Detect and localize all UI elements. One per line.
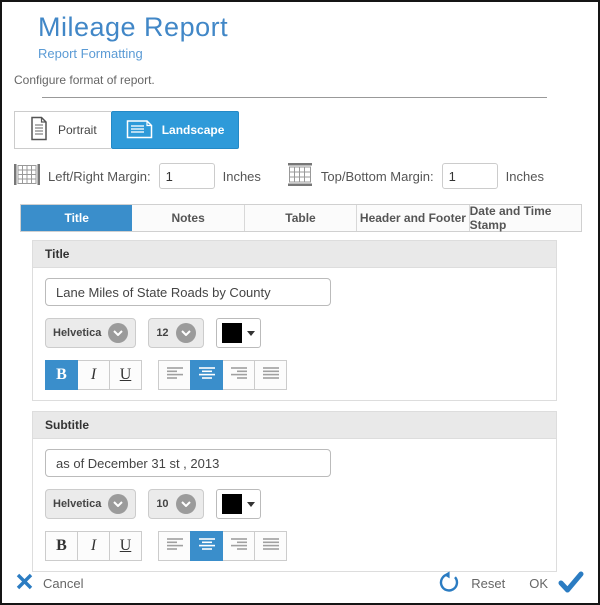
title-font-name: Helvetica [53,327,101,339]
left-right-margin-icon [14,163,40,189]
subtitle-color-swatch [222,494,242,514]
title-color-swatch [222,323,242,343]
report-format-dialog: { "window": { "title": "Mileage Report",… [0,0,600,605]
tab-notes[interactable]: Notes [132,205,244,231]
portrait-page-icon [29,116,49,144]
subtitle-panel: Subtitle Helvetica 10 B [32,411,557,572]
subtitle-text-input[interactable] [45,449,331,477]
description-text: Configure format of report. [14,73,598,87]
subtitle-bold-button[interactable]: B [45,531,78,561]
top-bottom-margin-group: Top/Bottom Margin: Inches [287,163,544,189]
dropdown-arrow-icon [247,331,255,336]
align-center-icon [198,537,216,556]
portrait-button[interactable]: Portrait [14,111,111,149]
title-font-size: 12 [156,327,168,339]
tab-table[interactable]: Table [245,205,357,231]
subtitle-font-select[interactable]: Helvetica [45,489,136,519]
title-panel-header: Title [33,241,556,268]
landscape-button[interactable]: Landscape [111,111,240,149]
title-color-picker[interactable] [216,318,261,348]
title-align-right-button[interactable] [222,360,255,390]
ok-check-icon[interactable] [558,571,584,596]
align-left-icon [166,366,184,385]
chevron-down-icon [108,323,128,343]
chevron-down-icon [176,494,196,514]
align-right-icon [230,366,248,385]
title-italic-button[interactable]: I [77,360,110,390]
title-align-justify-button[interactable] [254,360,287,390]
title-bold-button[interactable]: B [45,360,78,390]
subtitle-align-right-button[interactable] [222,531,255,561]
subtitle-font-name: Helvetica [53,498,101,510]
left-right-margin-label: Left/Right Margin: [48,169,151,184]
ok-label[interactable]: OK [529,576,548,591]
tab-header-and-footer[interactable]: Header and Footer [357,205,469,231]
subtitle-align-center-button[interactable] [190,531,223,561]
title-font-select[interactable]: Helvetica [45,318,136,348]
page-subtitle: Report Formatting [38,46,598,61]
subtitle-size-select[interactable]: 10 [148,489,203,519]
top-bottom-margin-unit: Inches [506,169,544,184]
title-panel: Title Helvetica 12 B [32,240,557,401]
subtitle-style-group: B I U [45,531,142,561]
chevron-down-icon [108,494,128,514]
landscape-page-icon [126,118,153,142]
subtitle-italic-button[interactable]: I [77,531,110,561]
format-tabs: Title Notes Table Header and Footer Date… [20,204,582,232]
portrait-label: Portrait [58,123,97,137]
subtitle-panel-header: Subtitle [33,412,556,439]
landscape-label: Landscape [162,123,225,137]
tab-date-time-stamp[interactable]: Date and Time Stamp [470,205,581,231]
top-bottom-margin-icon [287,163,313,189]
footer-actions: Reset OK [439,571,584,596]
subtitle-align-group [158,531,287,561]
cancel-button[interactable]: Cancel [16,573,83,593]
align-right-icon [230,537,248,556]
reset-label[interactable]: Reset [471,576,505,591]
tab-title[interactable]: Title [21,205,132,231]
dropdown-arrow-icon [247,502,255,507]
title-text-input[interactable] [45,278,331,306]
title-align-center-button[interactable] [190,360,223,390]
dialog-header: Mileage Report Report Formatting [2,2,598,61]
align-justify-icon [262,537,280,556]
cancel-label: Cancel [43,576,83,591]
chevron-down-icon [176,323,196,343]
subtitle-font-size: 10 [156,498,168,510]
align-justify-icon [262,366,280,385]
left-right-margin-input[interactable] [159,163,215,189]
title-size-select[interactable]: 12 [148,318,203,348]
top-bottom-margin-label: Top/Bottom Margin: [321,169,434,184]
header-divider [42,97,547,98]
title-style-group: B I U [45,360,142,390]
dialog-footer: Cancel Reset OK [2,563,598,603]
orientation-group: Portrait Landscape [14,111,598,149]
margins-row: Left/Right Margin: Inches Top/Bottom Mar… [14,163,598,189]
align-center-icon [198,366,216,385]
title-align-group [158,360,287,390]
subtitle-align-left-button[interactable] [158,531,191,561]
reset-icon[interactable] [439,571,461,596]
title-align-left-button[interactable] [158,360,191,390]
subtitle-underline-button[interactable]: U [109,531,142,561]
align-left-icon [166,537,184,556]
page-title: Mileage Report [38,12,598,43]
title-underline-button[interactable]: U [109,360,142,390]
left-right-margin-unit: Inches [223,169,261,184]
subtitle-color-picker[interactable] [216,489,261,519]
subtitle-align-justify-button[interactable] [254,531,287,561]
left-right-margin-group: Left/Right Margin: Inches [14,163,261,189]
cancel-x-icon [16,573,33,593]
top-bottom-margin-input[interactable] [442,163,498,189]
